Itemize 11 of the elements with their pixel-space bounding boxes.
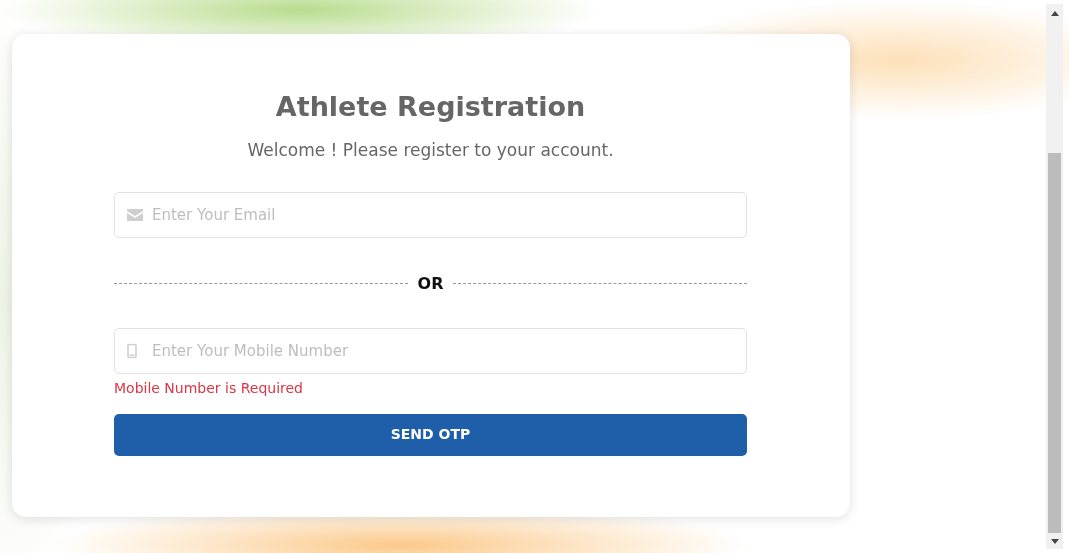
page-title: Athlete Registration <box>274 90 587 124</box>
send-otp-button[interactable]: SEND OTP <box>114 413 747 456</box>
mobile-number-field[interactable]: Enter Your Mobile Number <box>114 327 747 374</box>
error-message: Mobile Number is Required <box>114 378 304 398</box>
scrollbar[interactable] <box>1046 4 1063 549</box>
scroll-up-icon[interactable] <box>1050 11 1059 16</box>
scrollbar-thumb[interactable] <box>1048 153 1061 533</box>
scroll-down-icon[interactable] <box>1050 539 1059 544</box>
or-separator: OR <box>417 272 444 295</box>
email-field[interactable]: Enter Your Email <box>114 191 747 238</box>
welcome-text: Welcome ! Please register to your account. <box>246 139 615 162</box>
